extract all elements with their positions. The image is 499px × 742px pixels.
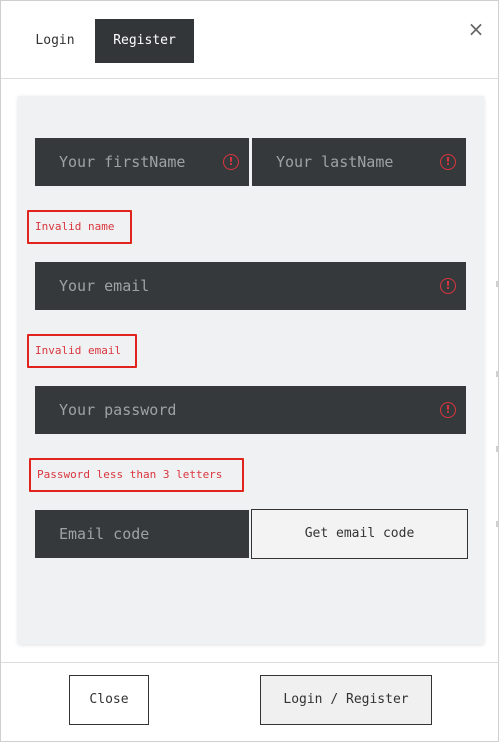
warning-icon: ! [440, 402, 456, 418]
get-email-code-button[interactable]: Get email code [251, 509, 468, 559]
password-input[interactable] [35, 386, 466, 434]
warning-icon: ! [440, 154, 456, 170]
scrollbar-mark [496, 521, 498, 527]
tab-register[interactable]: Register [95, 19, 194, 63]
email-code-input[interactable] [35, 510, 249, 558]
password-field: ! [35, 386, 466, 434]
warning-icon: ! [440, 278, 456, 294]
scrollbar-mark [496, 446, 498, 452]
tab-login[interactable]: Login [21, 19, 89, 63]
warning-icon: ! [223, 154, 239, 170]
scrollbar-mark [496, 281, 498, 287]
login-register-button[interactable]: Login / Register [260, 675, 432, 725]
email-error-message: Invalid email [27, 334, 137, 368]
close-button[interactable]: Close [69, 675, 149, 725]
email-code-field [35, 510, 249, 558]
last-name-input[interactable] [252, 138, 466, 186]
last-name-field: ! [252, 138, 466, 186]
first-name-field: ! [35, 138, 249, 186]
close-icon[interactable]: × [466, 17, 486, 41]
first-name-input[interactable] [35, 138, 249, 186]
password-error-message: Password less than 3 letters [29, 458, 244, 492]
email-input[interactable] [35, 262, 466, 310]
register-dialog: Login Register × ! ! Invalid name ! Inva… [0, 0, 499, 742]
name-error-message: Invalid name [27, 210, 132, 244]
email-field: ! [35, 262, 466, 310]
tab-bar: Login Register [1, 1, 498, 79]
scrollbar-mark [496, 371, 498, 377]
